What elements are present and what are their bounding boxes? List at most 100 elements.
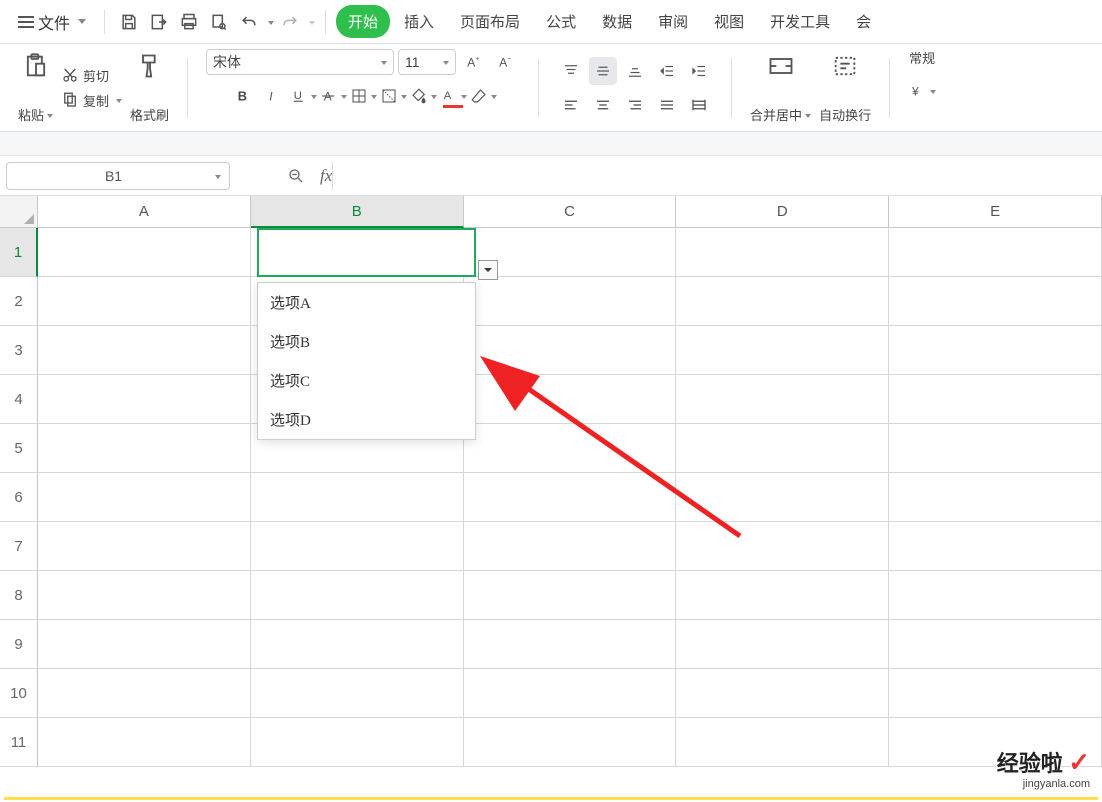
dropdown-option[interactable]: 选项A — [258, 283, 475, 322]
merge-cells-icon[interactable] — [767, 52, 795, 80]
eraser-icon[interactable] — [469, 82, 497, 110]
svg-text:I: I — [269, 90, 273, 104]
paste-label[interactable]: 粘贴 — [18, 105, 53, 124]
tab-layout[interactable]: 页面布局 — [448, 5, 532, 38]
alignment-group — [547, 48, 723, 127]
row-header[interactable]: 5 — [0, 424, 38, 473]
align-center-icon[interactable] — [589, 91, 617, 119]
undo-dropdown[interactable] — [265, 14, 274, 29]
border-icon[interactable] — [349, 82, 377, 110]
chevron-down-icon — [212, 168, 221, 184]
row-header[interactable]: 10 — [0, 669, 38, 718]
col-header[interactable]: D — [676, 196, 889, 228]
svg-text:A: A — [467, 56, 475, 70]
svg-text:A: A — [499, 56, 507, 70]
align-right-icon[interactable] — [621, 91, 649, 119]
align-top-icon[interactable] — [557, 57, 585, 85]
save-icon[interactable] — [115, 8, 143, 36]
tab-formula[interactable]: 公式 — [534, 5, 588, 38]
row-headers: 1 2 3 4 5 6 7 8 9 10 11 — [0, 228, 38, 767]
formula-input[interactable] — [332, 162, 1102, 190]
hamburger-icon — [18, 16, 34, 28]
tab-devtools[interactable]: 开发工具 — [758, 5, 842, 38]
font-color-icon[interactable]: A — [439, 82, 467, 110]
font-size-select[interactable]: 11 — [398, 49, 456, 75]
tab-insert[interactable]: 插入 — [392, 5, 446, 38]
col-header[interactable]: C — [464, 196, 677, 228]
justify-icon[interactable] — [653, 91, 681, 119]
font-group: 宋体 11 A+ A− B I U A A — [196, 48, 530, 127]
validation-dropdown[interactable]: 选项A 选项B 选项C 选项D — [257, 282, 476, 440]
align-middle-icon[interactable] — [589, 57, 617, 85]
merge-label[interactable]: 合并居中 — [750, 105, 811, 124]
italic-icon[interactable]: I — [259, 82, 287, 110]
svg-text:A: A — [443, 90, 451, 102]
tab-more[interactable]: 会 — [844, 5, 883, 38]
col-header[interactable]: E — [889, 196, 1102, 228]
clipboard-group: 粘贴 剪切 复制 格式刷 — [8, 48, 179, 127]
print-icon[interactable] — [175, 8, 203, 36]
row-header[interactable]: 11 — [0, 718, 38, 767]
bold-icon[interactable]: B — [229, 82, 257, 110]
align-left-icon[interactable] — [557, 91, 585, 119]
col-header[interactable]: A — [38, 196, 251, 228]
row-header[interactable]: 4 — [0, 375, 38, 424]
font-family-select[interactable]: 宋体 — [206, 49, 394, 75]
col-header[interactable]: B — [251, 196, 464, 228]
merge-wrap-group: 合并居中 自动换行 — [740, 48, 881, 127]
format-painter-label[interactable]: 格式刷 — [130, 105, 169, 124]
paste-icon[interactable] — [22, 52, 50, 80]
print-preview-icon[interactable] — [205, 8, 233, 36]
undo-icon[interactable] — [235, 8, 263, 36]
fx-icon[interactable]: fx — [320, 166, 332, 186]
row-header[interactable]: 9 — [0, 620, 38, 669]
row-header[interactable]: 1 — [0, 228, 38, 277]
zoom-out-icon[interactable] — [282, 162, 310, 190]
decrease-indent-icon[interactable] — [653, 57, 681, 85]
wrap-label[interactable]: 自动换行 — [819, 105, 871, 124]
cell-dropdown-button[interactable] — [478, 260, 498, 280]
tab-start[interactable]: 开始 — [336, 5, 390, 38]
tab-review[interactable]: 审阅 — [646, 5, 700, 38]
svg-text:¥: ¥ — [911, 85, 919, 99]
format-painter-icon[interactable] — [136, 52, 164, 80]
underline-icon[interactable]: U — [289, 82, 317, 110]
row-header[interactable]: 2 — [0, 277, 38, 326]
align-bottom-icon[interactable] — [621, 57, 649, 85]
strikethrough-icon[interactable]: A — [319, 82, 347, 110]
increase-font-icon[interactable]: A+ — [460, 48, 488, 76]
export-icon[interactable] — [145, 8, 173, 36]
currency-icon[interactable]: ¥ — [908, 77, 936, 105]
decrease-font-icon[interactable]: A− — [492, 48, 520, 76]
svg-text:U: U — [293, 90, 301, 102]
distribute-icon[interactable] — [685, 91, 713, 119]
select-all-corner[interactable] — [0, 196, 38, 228]
number-group: 常规 ¥ — [898, 48, 946, 127]
dropdown-option[interactable]: 选项B — [258, 322, 475, 361]
row-header[interactable]: 6 — [0, 473, 38, 522]
file-menu[interactable]: 文件 — [10, 6, 94, 38]
redo-dropdown[interactable] — [306, 14, 315, 29]
svg-text:B: B — [238, 89, 247, 104]
row-header[interactable]: 8 — [0, 571, 38, 620]
ribbon: 粘贴 剪切 复制 格式刷 宋体 11 A+ A− B I U A A — [0, 44, 1102, 132]
row-header[interactable]: 3 — [0, 326, 38, 375]
number-format-label[interactable]: 常规 — [909, 48, 935, 67]
tab-data[interactable]: 数据 — [590, 5, 644, 38]
name-box[interactable]: B1 — [6, 162, 230, 190]
cell-style-icon[interactable] — [379, 82, 407, 110]
redo-icon[interactable] — [276, 8, 304, 36]
wrap-text-icon[interactable] — [831, 52, 859, 80]
separator — [325, 10, 326, 34]
copy-button[interactable]: 复制 — [61, 91, 122, 110]
chevron-down-icon — [74, 13, 86, 31]
svg-text:+: + — [476, 56, 480, 63]
dropdown-option[interactable]: 选项D — [258, 400, 475, 439]
cut-button[interactable]: 剪切 — [61, 66, 109, 85]
fill-color-icon[interactable] — [409, 82, 437, 110]
dropdown-option[interactable]: 选项C — [258, 361, 475, 400]
tab-view[interactable]: 视图 — [702, 5, 756, 38]
row-header[interactable]: 7 — [0, 522, 38, 571]
increase-indent-icon[interactable] — [685, 57, 713, 85]
cells-area[interactable] — [38, 228, 1102, 796]
